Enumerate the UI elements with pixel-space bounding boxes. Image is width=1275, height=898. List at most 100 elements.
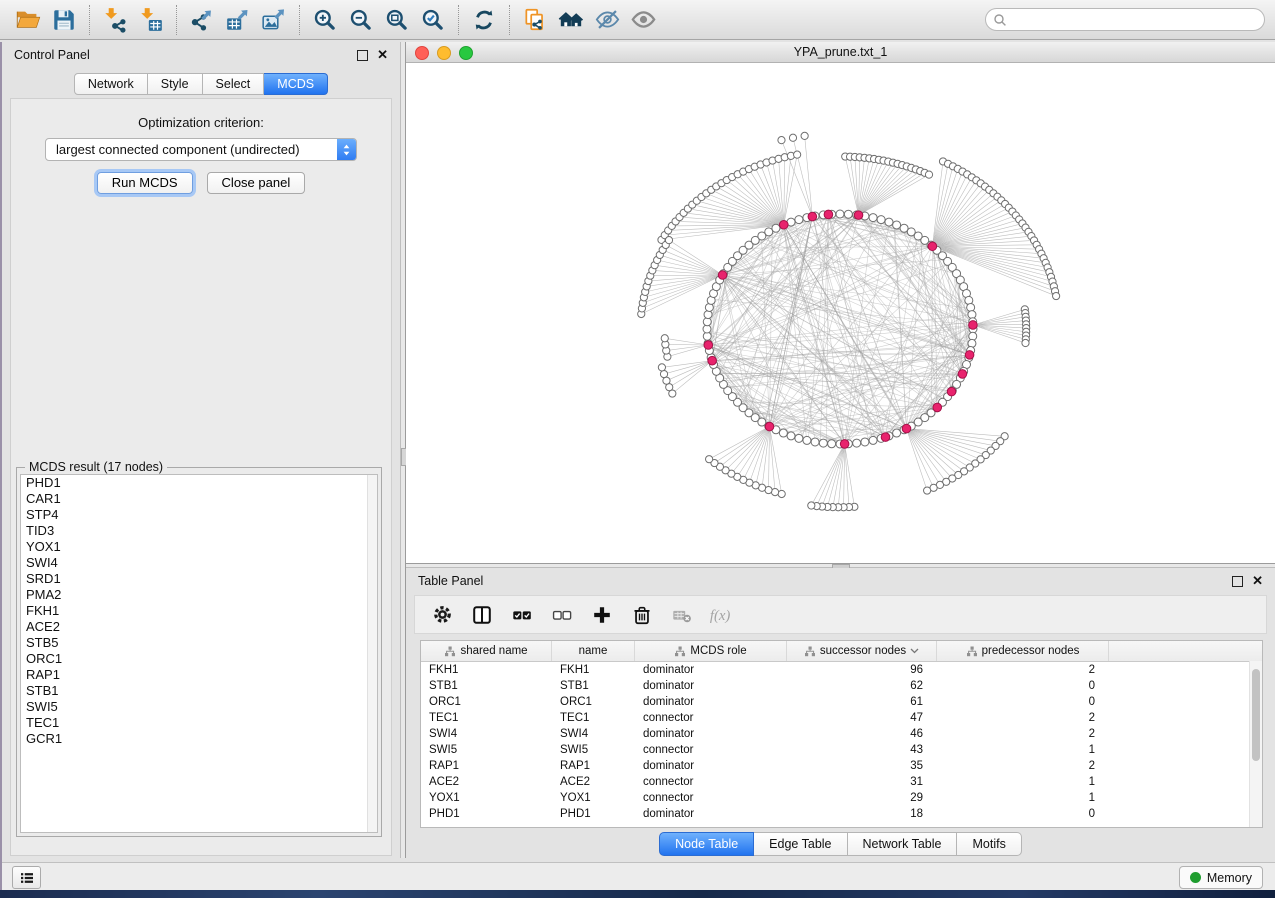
mcds-dominator-node[interactable]	[902, 424, 911, 433]
minimize-window-icon[interactable]	[437, 46, 451, 60]
cell-predecessor-nodes[interactable]: 0	[937, 680, 1109, 692]
cell-MCDS-role[interactable]: connector	[635, 776, 787, 788]
cell-MCDS-role[interactable]: connector	[635, 712, 787, 724]
table-scrollbar[interactable]	[1249, 661, 1262, 827]
cell-shared-name[interactable]: SWI4	[421, 728, 552, 740]
close-panel-icon[interactable]: ✕	[377, 50, 388, 60]
cell-name[interactable]: STB1	[552, 680, 635, 692]
cell-predecessor-nodes[interactable]: 1	[937, 792, 1109, 804]
cell-name[interactable]: SWI5	[552, 744, 635, 756]
mcds-node[interactable]: FKH1	[21, 603, 377, 619]
search-box[interactable]	[985, 8, 1265, 31]
zoom-in-icon[interactable]	[307, 4, 343, 36]
save-session-icon[interactable]	[46, 4, 82, 36]
add-column-icon[interactable]	[589, 602, 615, 628]
mcds-node[interactable]: STP4	[21, 507, 377, 523]
cell-successor-nodes[interactable]: 96	[787, 664, 937, 676]
maximize-window-icon[interactable]	[459, 46, 473, 60]
import-table-icon[interactable]	[133, 4, 169, 36]
mcds-node[interactable]: SWI5	[21, 699, 377, 715]
cell-predecessor-nodes[interactable]: 1	[937, 776, 1109, 788]
close-table-panel-icon[interactable]: ✕	[1252, 576, 1263, 586]
tab-network[interactable]: Network	[74, 73, 148, 95]
cell-successor-nodes[interactable]: 29	[787, 792, 937, 804]
mcds-node[interactable]: RAP1	[21, 667, 377, 683]
tab-select[interactable]: Select	[203, 73, 265, 95]
cell-predecessor-nodes[interactable]: 2	[937, 760, 1109, 772]
cell-predecessor-nodes[interactable]: 0	[937, 696, 1109, 708]
cell-MCDS-role[interactable]: dominator	[635, 808, 787, 820]
select-all-icon[interactable]	[509, 602, 535, 628]
table-row[interactable]: SWI4SWI4dominator462	[421, 726, 1262, 742]
cell-shared-name[interactable]: SWI5	[421, 744, 552, 756]
refresh-icon[interactable]	[466, 4, 502, 36]
tab-mcds[interactable]: MCDS	[264, 73, 328, 95]
first-neighbors-icon[interactable]	[553, 4, 589, 36]
zoom-fit-icon[interactable]	[379, 4, 415, 36]
import-network-icon[interactable]	[97, 4, 133, 36]
network-title-bar[interactable]: YPA_prune.txt_1	[406, 42, 1275, 63]
mcds-dominator-node[interactable]	[708, 356, 717, 365]
cell-MCDS-role[interactable]: dominator	[635, 696, 787, 708]
export-network-icon[interactable]	[184, 4, 220, 36]
mcds-dominator-node[interactable]	[704, 341, 713, 350]
cell-name[interactable]: SWI4	[552, 728, 635, 740]
close-window-icon[interactable]	[415, 46, 429, 60]
mcds-node[interactable]: TEC1	[21, 715, 377, 731]
mcds-dominator-node[interactable]	[779, 220, 788, 229]
cell-successor-nodes[interactable]: 46	[787, 728, 937, 740]
mcds-node[interactable]: TID3	[21, 523, 377, 539]
columns-icon[interactable]	[469, 602, 495, 628]
cell-successor-nodes[interactable]: 61	[787, 696, 937, 708]
show-panels-button[interactable]	[12, 866, 41, 889]
cell-successor-nodes[interactable]: 18	[787, 808, 937, 820]
mcds-node[interactable]: ACE2	[21, 619, 377, 635]
mcds-node[interactable]: CAR1	[21, 491, 377, 507]
table-row[interactable]: FKH1FKH1dominator962	[421, 662, 1262, 678]
zoom-out-icon[interactable]	[343, 4, 379, 36]
mcds-dominator-node[interactable]	[965, 351, 974, 360]
cell-name[interactable]: ORC1	[552, 696, 635, 708]
mcds-dominator-node[interactable]	[718, 271, 727, 280]
float-panel-icon[interactable]	[357, 50, 368, 61]
tab-motifs[interactable]: Motifs	[957, 832, 1021, 856]
float-table-panel-icon[interactable]	[1232, 576, 1243, 587]
memory-button[interactable]: Memory	[1179, 866, 1263, 889]
cell-name[interactable]: ACE2	[552, 776, 635, 788]
column-header-name[interactable]: name	[552, 641, 635, 661]
mcds-dominator-node[interactable]	[808, 212, 817, 221]
table-row[interactable]: SWI5SWI5connector431	[421, 742, 1262, 758]
table-row[interactable]: RAP1RAP1dominator352	[421, 758, 1262, 774]
mcds-dominator-node[interactable]	[958, 370, 967, 379]
cell-predecessor-nodes[interactable]: 0	[937, 808, 1109, 820]
mcds-dominator-node[interactable]	[969, 321, 978, 330]
column-header-predecessor-nodes[interactable]: predecessor nodes	[937, 641, 1109, 661]
settings-gear-icon[interactable]	[429, 602, 455, 628]
delete-column-icon[interactable]	[629, 602, 655, 628]
cell-predecessor-nodes[interactable]: 1	[937, 744, 1109, 756]
tab-network-table[interactable]: Network Table	[848, 832, 958, 856]
cell-shared-name[interactable]: TEC1	[421, 712, 552, 724]
show-all-icon[interactable]	[625, 4, 661, 36]
mcds-node[interactable]: PMA2	[21, 587, 377, 603]
tab-edge-table[interactable]: Edge Table	[754, 832, 847, 856]
cell-name[interactable]: RAP1	[552, 760, 635, 772]
table-row[interactable]: STB1STB1dominator620	[421, 678, 1262, 694]
cell-successor-nodes[interactable]: 43	[787, 744, 937, 756]
table-row[interactable]: YOX1YOX1connector291	[421, 790, 1262, 806]
node-table[interactable]: shared namenameMCDS rolesuccessor nodesp…	[420, 640, 1263, 828]
cell-shared-name[interactable]: STB1	[421, 680, 552, 692]
export-image-icon[interactable]	[256, 4, 292, 36]
cell-MCDS-role[interactable]: connector	[635, 744, 787, 756]
cell-successor-nodes[interactable]: 62	[787, 680, 937, 692]
mcds-dominator-node[interactable]	[928, 242, 937, 251]
cell-predecessor-nodes[interactable]: 2	[937, 712, 1109, 724]
mcds-dominator-node[interactable]	[824, 210, 833, 219]
mcds-node[interactable]: PHD1	[21, 475, 377, 491]
table-row[interactable]: TEC1TEC1connector472	[421, 710, 1262, 726]
mcds-result-list[interactable]: PHD1CAR1STP4TID3YOX1SWI4SRD1PMA2FKH1ACE2…	[20, 474, 378, 833]
open-file-icon[interactable]	[10, 4, 46, 36]
cell-name[interactable]: PHD1	[552, 808, 635, 820]
cell-successor-nodes[interactable]: 35	[787, 760, 937, 772]
column-header-successor-nodes[interactable]: successor nodes	[787, 641, 937, 661]
